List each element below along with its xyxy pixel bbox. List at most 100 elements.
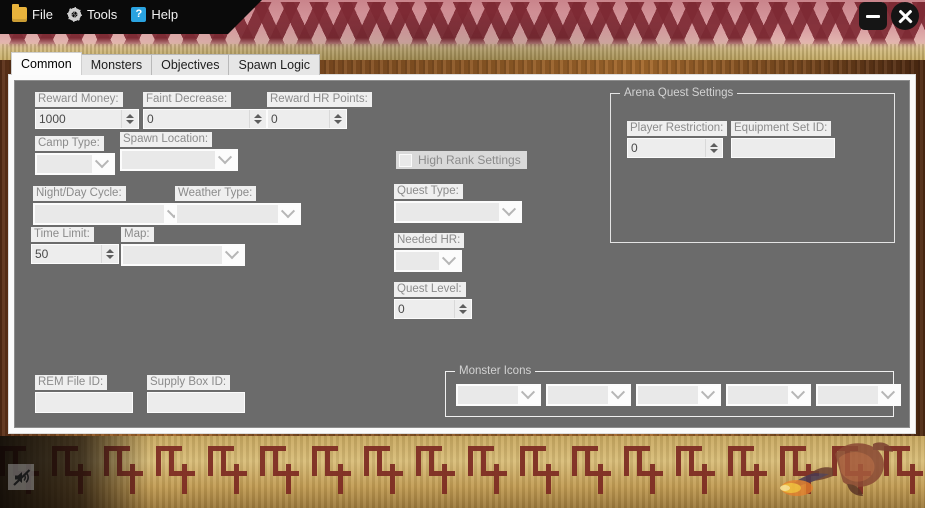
chevron-down-icon[interactable]: [216, 150, 234, 170]
rem-file-id-input[interactable]: [35, 392, 133, 413]
spinner-up-icon[interactable]: [106, 249, 114, 253]
chevron-down-icon[interactable]: [223, 245, 241, 265]
monster-icon-slot-2-value: [548, 386, 608, 404]
field-high-rank-settings: High Rank Settings: [396, 151, 527, 169]
monster-icon-slot-1-value: [458, 386, 518, 404]
map-label: Map:: [121, 227, 154, 242]
high-rank-settings-label: High Rank Settings: [418, 153, 521, 167]
chevron-down-icon[interactable]: [519, 385, 537, 405]
folder-icon: [12, 3, 27, 22]
tab-common-label: Common: [21, 57, 72, 71]
reward-money-label: Reward Money:: [35, 92, 123, 107]
needed-hr-dropdown[interactable]: [394, 250, 462, 272]
spinner-down-icon[interactable]: [334, 120, 342, 124]
faint-decrease-spin-buttons[interactable]: [249, 110, 266, 128]
high-rank-settings-checkbox[interactable]: [399, 153, 412, 167]
quest-type-dropdown[interactable]: [394, 201, 522, 223]
player-restriction-spin-buttons[interactable]: [705, 139, 722, 157]
spinner-up-icon[interactable]: [459, 304, 467, 308]
spinner-up-icon[interactable]: [126, 114, 134, 118]
menu-file[interactable]: File: [8, 1, 63, 27]
quest-type-label: Quest Type:: [394, 184, 463, 199]
dragon-decoration: [780, 442, 893, 496]
supply-box-id-input[interactable]: [147, 392, 245, 413]
spawn-location-dropdown[interactable]: [120, 149, 238, 171]
tab-strip: Common Monsters Objectives Spawn Logic: [11, 52, 321, 75]
spinner-up-icon[interactable]: [334, 114, 342, 118]
map-value: [123, 246, 222, 264]
menubar: File Tools Help: [0, 0, 188, 28]
map-dropdown[interactable]: [121, 244, 245, 266]
monster-icon-slot-2[interactable]: [546, 384, 631, 406]
spawn-location-value: [122, 151, 215, 169]
chevron-down-icon[interactable]: [279, 204, 297, 224]
chevron-down-icon[interactable]: [879, 385, 897, 405]
monster-icon-slot-4[interactable]: [726, 384, 811, 406]
field-time-limit: Time Limit: 50: [31, 224, 119, 264]
quest-level-label: Quest Level:: [394, 282, 466, 297]
field-equipment-set-id: Equipment Set ID:: [731, 118, 835, 158]
spawn-location-label: Spawn Location:: [120, 132, 213, 147]
tab-common[interactable]: Common: [11, 52, 82, 75]
chevron-down-icon[interactable]: [93, 154, 111, 174]
spinner-down-icon[interactable]: [459, 310, 467, 314]
spinner-down-icon[interactable]: [106, 255, 114, 259]
field-needed-hr: Needed HR:: [394, 230, 465, 272]
reward-money-spin-buttons[interactable]: [121, 110, 138, 128]
night-day-cycle-value: [35, 205, 164, 223]
supply-box-id-label: Supply Box ID:: [147, 375, 231, 390]
weather-type-label: Weather Type:: [175, 186, 257, 201]
reward-hr-points-label: Reward HR Points:: [267, 92, 372, 107]
time-limit-spin-buttons[interactable]: [101, 245, 118, 263]
tab-spawn-logic[interactable]: Spawn Logic: [228, 54, 321, 75]
weather-type-value: [177, 205, 278, 223]
weather-type-dropdown[interactable]: [175, 203, 301, 225]
chevron-down-icon[interactable]: [440, 251, 458, 271]
player-restriction-stepper[interactable]: 0: [627, 138, 723, 158]
monster-icon-slot-1[interactable]: [456, 384, 541, 406]
reward-money-stepper[interactable]: 1000: [35, 109, 139, 129]
tab-spawn-logic-label: Spawn Logic: [238, 58, 311, 72]
gear-icon: [66, 6, 82, 22]
field-night-day-cycle: Night/Day Cycle:: [33, 183, 187, 225]
monster-icon-slot-3[interactable]: [636, 384, 721, 406]
menu-tools[interactable]: Tools: [63, 1, 127, 27]
mute-toggle-button[interactable]: [8, 464, 34, 490]
time-limit-stepper[interactable]: 50: [31, 244, 119, 264]
faint-decrease-stepper[interactable]: 0: [143, 109, 267, 129]
rem-file-id-label: REM File ID:: [35, 375, 108, 390]
field-quest-type: Quest Type:: [394, 181, 522, 223]
faint-decrease-label: Faint Decrease:: [143, 92, 232, 107]
tab-objectives[interactable]: Objectives: [151, 54, 230, 75]
menu-help[interactable]: Help: [127, 1, 188, 27]
field-player-restriction: Player Restriction: 0: [627, 118, 728, 158]
camp-type-dropdown[interactable]: [35, 153, 115, 175]
chevron-down-icon[interactable]: [789, 385, 807, 405]
high-rank-settings-checkbox-row[interactable]: High Rank Settings: [396, 151, 527, 169]
reward-hr-points-stepper[interactable]: 0: [267, 109, 347, 129]
field-rem-file-id: REM File ID:: [35, 372, 133, 413]
spinner-down-icon[interactable]: [710, 149, 718, 153]
menu-tools-label: Tools: [86, 6, 118, 22]
spinner-down-icon[interactable]: [254, 120, 262, 124]
monster-icon-slot-4-value: [728, 386, 788, 404]
chevron-down-icon[interactable]: [609, 385, 627, 405]
quest-level-stepper[interactable]: 0: [394, 299, 472, 319]
chevron-down-icon[interactable]: [699, 385, 717, 405]
minimize-button[interactable]: [859, 2, 887, 30]
quest-level-spin-buttons[interactable]: [454, 300, 471, 318]
spinner-down-icon[interactable]: [126, 120, 134, 124]
close-button[interactable]: [891, 2, 919, 30]
common-tab-panel: Reward Money: 1000 Faint Decrease: 0 Rew…: [14, 80, 910, 428]
chevron-down-icon[interactable]: [500, 202, 518, 222]
spinner-up-icon[interactable]: [710, 143, 718, 147]
night-day-cycle-dropdown[interactable]: [33, 203, 187, 225]
reward-hr-points-spin-buttons[interactable]: [329, 110, 346, 128]
window-controls: [859, 2, 919, 30]
needed-hr-value: [396, 252, 439, 270]
tab-monsters[interactable]: Monsters: [80, 54, 153, 75]
equipment-set-id-input[interactable]: [731, 138, 835, 158]
spinner-up-icon[interactable]: [254, 114, 262, 118]
monster-icon-slot-5[interactable]: [816, 384, 901, 406]
camp-type-value: [37, 155, 92, 173]
